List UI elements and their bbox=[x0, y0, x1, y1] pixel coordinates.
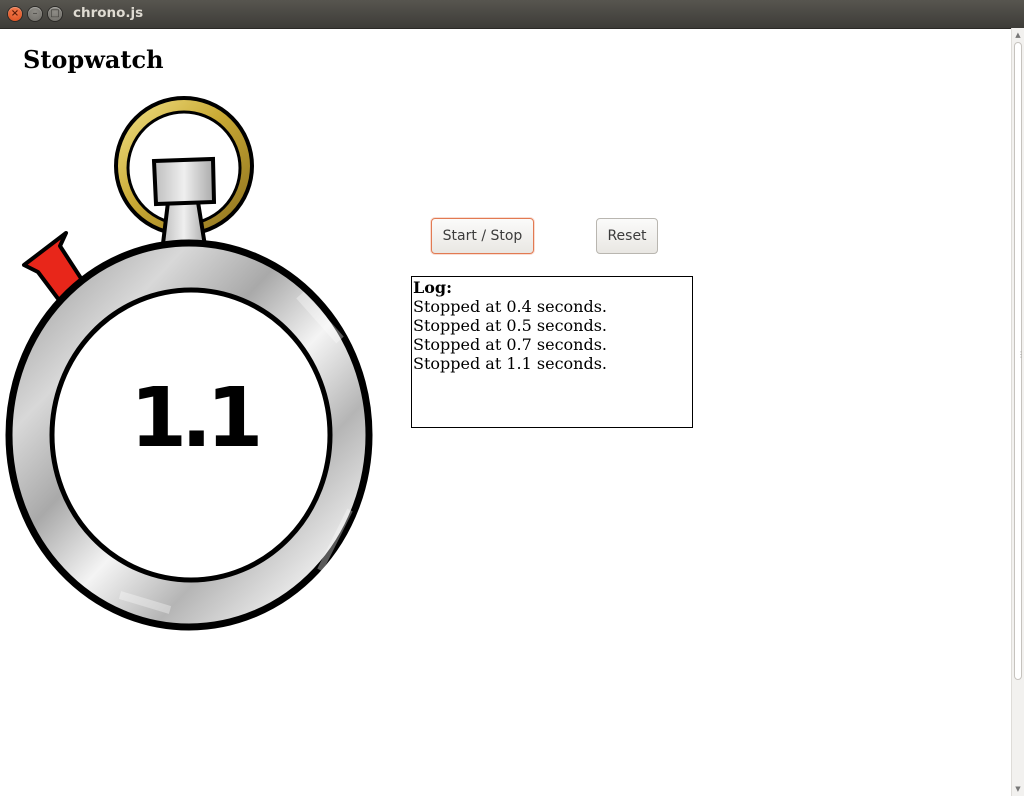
minimize-icon[interactable]: – bbox=[28, 7, 42, 21]
close-icon[interactable]: × bbox=[8, 7, 22, 21]
start-stop-button[interactable]: Start / Stop bbox=[431, 218, 534, 254]
maximize-icon[interactable]: □ bbox=[48, 7, 62, 21]
log-entry: Stopped at 1.1 seconds. bbox=[413, 354, 608, 373]
page-title: Stopwatch bbox=[23, 45, 164, 74]
log-entry: Stopped at 0.4 seconds. bbox=[413, 297, 608, 316]
log-panel: Log: Stopped at 0.4 seconds. Stopped at … bbox=[411, 276, 693, 428]
scroll-thumb[interactable]: ⋮ bbox=[1014, 42, 1024, 680]
window-titlebar: × – □ chrono.js bbox=[0, 0, 1024, 29]
scroll-up-icon[interactable]: ▲ bbox=[1014, 30, 1022, 40]
grip-icon: ⋮ bbox=[1017, 350, 1024, 359]
window-title: chrono.js bbox=[73, 5, 144, 21]
scroll-down-icon[interactable]: ▼ bbox=[1014, 784, 1022, 794]
log-heading: Log: bbox=[413, 278, 453, 297]
log-entry: Stopped at 0.5 seconds. bbox=[413, 316, 608, 335]
vertical-scrollbar[interactable]: ▲ ⋮ ▼ bbox=[1011, 28, 1024, 796]
stopwatch-graphic bbox=[5, 96, 373, 631]
reset-button[interactable]: Reset bbox=[596, 218, 658, 254]
time-readout: 1.1 bbox=[130, 371, 263, 466]
log-entry: Stopped at 0.7 seconds. bbox=[413, 335, 608, 354]
